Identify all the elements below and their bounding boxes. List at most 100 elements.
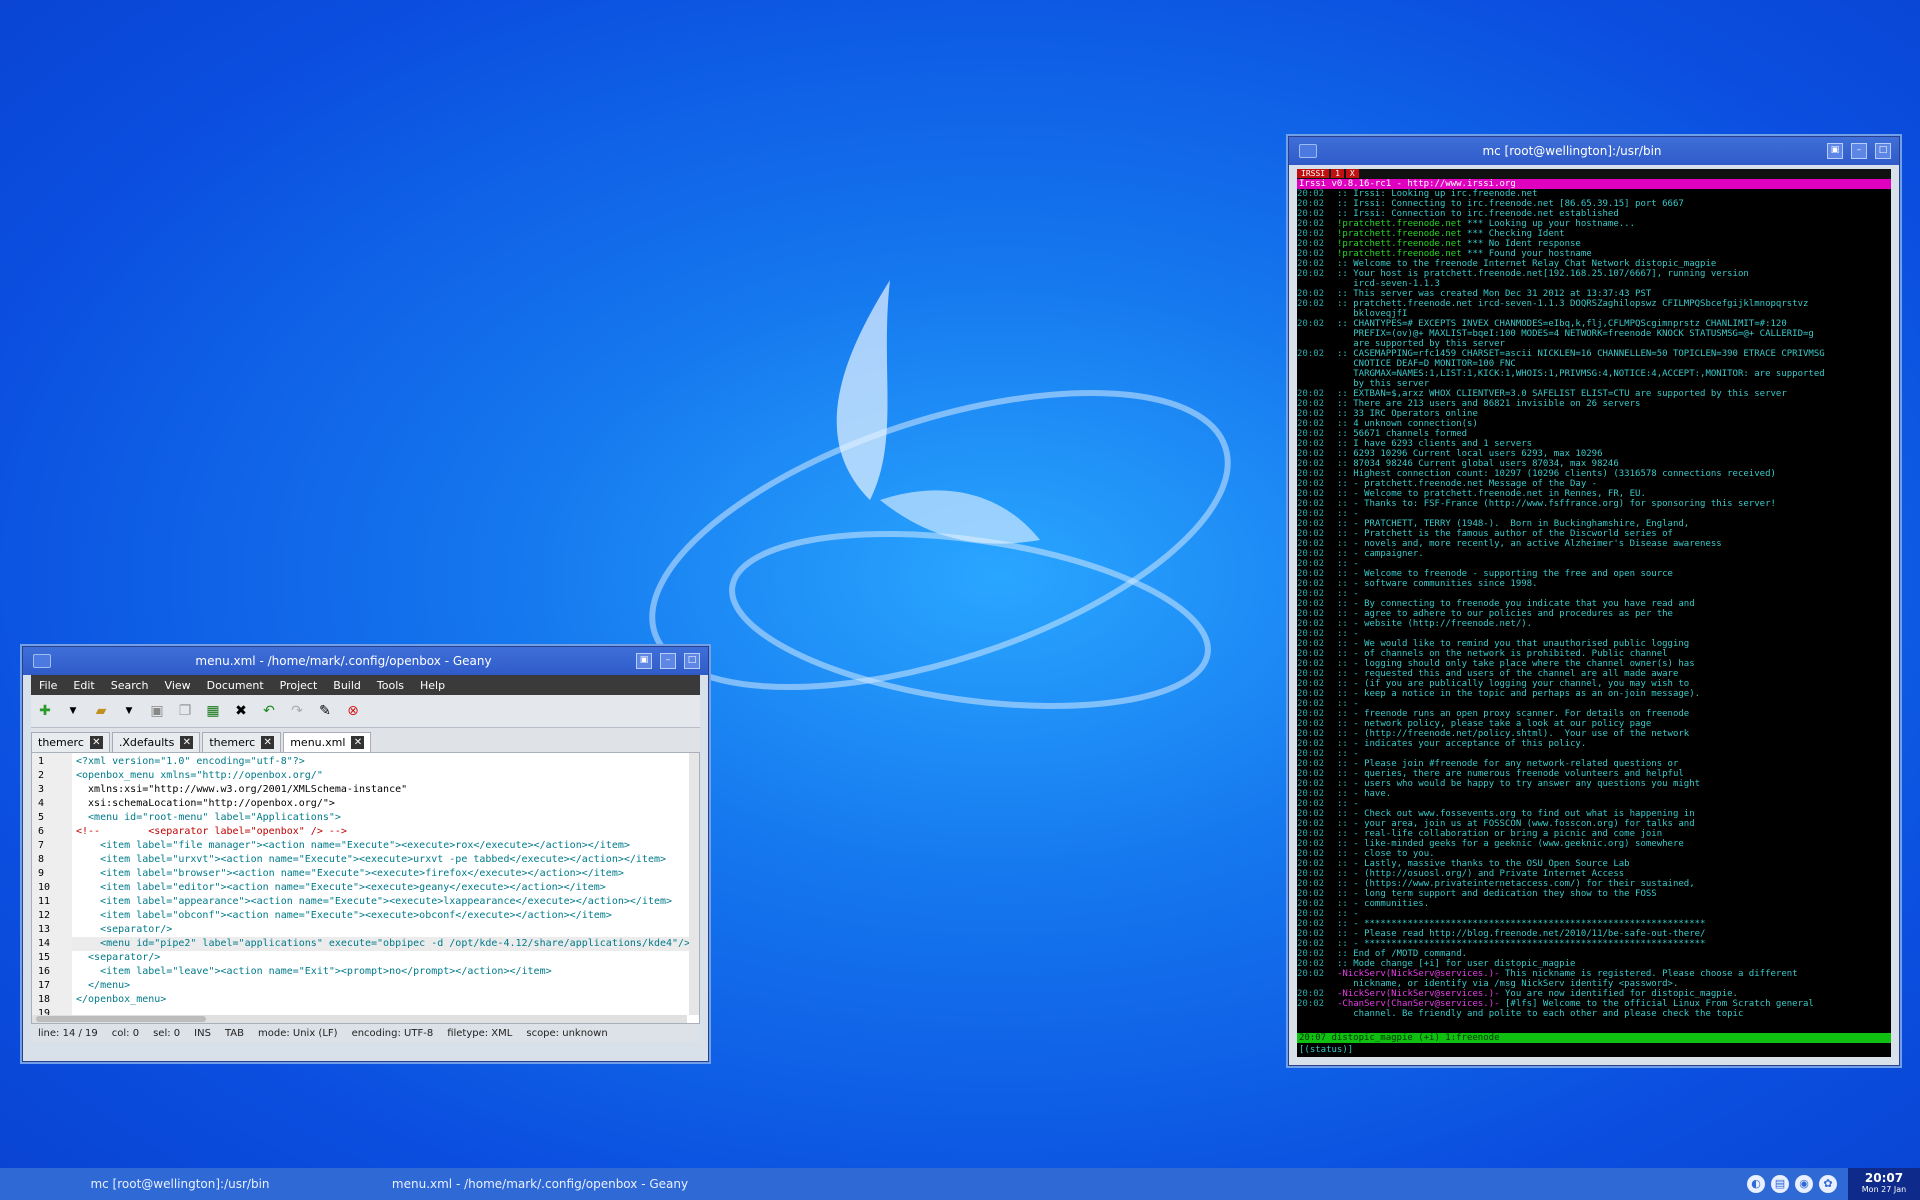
close-tab-icon[interactable]: ✕	[351, 736, 365, 749]
irssi-timestamp: 20:02	[1297, 889, 1325, 899]
irssi-timestamp: 20:02	[1297, 819, 1325, 829]
taskbar-item-geany[interactable]: menu.xml - /home/mark/.config/openbox - …	[360, 1177, 720, 1191]
irssi-line: 20:02:: Welcome to the freenode Internet…	[1297, 259, 1891, 269]
terminal-titlebar[interactable]: mc [root@wellington]:/usr/bin ▣ – □	[1289, 137, 1899, 165]
irssi-message: I have 6293 clients and 1 servers	[1347, 439, 1533, 449]
irssi-line: 20:02:: - Thanks to: FSF-France (http://…	[1297, 499, 1891, 509]
menu-view[interactable]: View	[157, 679, 199, 692]
geany-titlebar[interactable]: menu.xml - /home/mark/.config/openbox - …	[23, 647, 708, 675]
menu-file[interactable]: File	[31, 679, 65, 692]
irssi-prefix: ::	[1337, 599, 1348, 609]
irssi-tab[interactable]: 1	[1331, 169, 1344, 178]
steam-icon[interactable]: ◐	[1747, 1175, 1765, 1193]
maximize-button[interactable]: □	[1875, 143, 1891, 159]
irssi-line: 20:02:: - (http://osuosl.org/) and Priva…	[1297, 869, 1891, 879]
irssi-line: 20:02:: -	[1297, 509, 1891, 519]
close-tab-icon[interactable]: ✕	[180, 736, 194, 749]
irssi-line: 20:02:: -	[1297, 909, 1891, 919]
quit-icon[interactable]: ⊗	[343, 701, 363, 721]
irssi-message: - long term support and dedication they …	[1347, 889, 1657, 899]
terminal-window-icon[interactable]	[1299, 144, 1317, 158]
minimize-button[interactable]: –	[660, 653, 676, 669]
minimize-button[interactable]: –	[1851, 143, 1867, 159]
geany-window-icon[interactable]	[33, 654, 51, 668]
save-icon[interactable]: ▣	[147, 701, 167, 721]
irssi-prefix	[1337, 1009, 1348, 1019]
geany-window[interactable]: menu.xml - /home/mark/.config/openbox - …	[22, 646, 709, 1062]
horizontal-scrollbar[interactable]	[32, 1015, 687, 1023]
irssi-message: EXTBAN=$,arxz WHOX CLIENTVER=3.0 SAFELIS…	[1347, 389, 1787, 399]
line-number: 14	[38, 938, 51, 949]
irssi-line: bkloveqjfI	[1297, 309, 1891, 319]
clock[interactable]: 20:07 Mon 27 Jan	[1848, 1168, 1920, 1200]
irssi-line: 20:02:: - Welcome to freenode - supporti…	[1297, 569, 1891, 579]
shade-button[interactable]: ▣	[636, 653, 652, 669]
chevron-down-icon[interactable]: ▼	[63, 701, 83, 721]
volume-icon[interactable]: ◉	[1795, 1175, 1813, 1193]
menu-help[interactable]: Help	[412, 679, 453, 692]
close-tab-icon[interactable]: ✕	[261, 736, 275, 749]
irssi-timestamp: 20:02	[1297, 389, 1325, 399]
code-line: <separator/>	[76, 924, 173, 935]
status-scope: scope: unknown	[526, 1027, 608, 1039]
irssi-prefix: ::	[1337, 779, 1348, 789]
irssi-timestamp: 20:02	[1297, 689, 1325, 699]
code-line: <separator/>	[76, 952, 161, 963]
menu-search[interactable]: Search	[103, 679, 157, 692]
irssi-tab[interactable]: X	[1345, 169, 1359, 178]
terminal-content[interactable]: IRSSI 1 X Irssi v0.8.16-rc1 - http://www.i…	[1297, 169, 1891, 1057]
irssi-timestamp: 20:02	[1297, 629, 1325, 639]
undo-icon[interactable]: ↶	[259, 701, 279, 721]
menu-build[interactable]: Build	[325, 679, 369, 692]
code-area[interactable]: <?xml version="1.0" encoding="utf-8"?> <o…	[72, 753, 699, 1023]
tab-menu-xml[interactable]: menu.xml ✕	[283, 732, 372, 752]
close-file-icon[interactable]: ✖	[231, 701, 251, 721]
menu-tools[interactable]: Tools	[369, 679, 412, 692]
irssi-prefix: ::	[1337, 269, 1348, 279]
irssi-message: - software communities since 1998.	[1347, 579, 1538, 589]
menu-document[interactable]: Document	[199, 679, 272, 692]
menu-project[interactable]: Project	[272, 679, 326, 692]
shade-button[interactable]: ▣	[1827, 143, 1843, 159]
irssi-prompt[interactable]: [(status)]	[1299, 1045, 1353, 1055]
save-all-icon[interactable]: ❐	[175, 701, 195, 721]
menu-edit[interactable]: Edit	[65, 679, 102, 692]
new-file-icon[interactable]: ✚	[35, 701, 55, 721]
irssi-line: 20:02:: - indicates your acceptance of t…	[1297, 739, 1891, 749]
irssi-prefix: !pratchett.freenode.net	[1337, 249, 1462, 259]
tab-themerc-2[interactable]: themerc ✕	[202, 732, 282, 752]
irssi-line: 20:02 !pratchett.freenode.net *** Checkin…	[1297, 229, 1891, 239]
tab-xdefaults[interactable]: .Xdefaults ✕	[111, 732, 201, 752]
irssi-prefix: ::	[1337, 609, 1348, 619]
maximize-button[interactable]: □	[684, 653, 700, 669]
close-tab-icon[interactable]: ✕	[89, 736, 103, 749]
irssi-prefix: ::	[1337, 199, 1348, 209]
irssi-timestamp: 20:02	[1297, 939, 1325, 949]
network-icon[interactable]: ▤	[1771, 1175, 1789, 1193]
irssi-tab[interactable]: IRSSI	[1297, 169, 1330, 178]
redo-icon[interactable]: ↷	[287, 701, 307, 721]
open-folder-icon[interactable]: ▰	[91, 701, 111, 721]
chevron-down-icon[interactable]: ▼	[119, 701, 139, 721]
irssi-timestamp: 20:02	[1297, 779, 1325, 789]
irssi-timestamp: 20:02	[1297, 719, 1325, 729]
terminal-window[interactable]: mc [root@wellington]:/usr/bin ▣ – □ IRSS…	[1288, 136, 1900, 1066]
irssi-prefix	[1337, 979, 1348, 989]
irssi-prefix: ::	[1337, 419, 1348, 429]
irssi-prefix: ::	[1337, 729, 1348, 739]
scrollbar-thumb[interactable]	[36, 1016, 206, 1022]
irssi-message: - **************************************…	[1347, 919, 1706, 929]
taskbar-item-terminal[interactable]: mc [root@wellington]:/usr/bin	[0, 1177, 360, 1191]
code-editor[interactable]: 1 2 3 4 5 6 7 8 9 10 11 12 13 14 15 16 17 18 19 <?xml vers…	[31, 752, 700, 1024]
revert-icon[interactable]: ▦	[203, 701, 223, 721]
irssi-timestamp: 20:02	[1297, 459, 1325, 469]
preferences-icon[interactable]: ✎	[315, 701, 335, 721]
irssi-line: 20:02:: - your area, join us at FOSSCON …	[1297, 819, 1891, 829]
document-tabs: themerc ✕ .Xdefaults ✕ themerc ✕ menu.xml ✕	[31, 728, 700, 752]
tab-themerc[interactable]: themerc ✕	[31, 732, 110, 752]
irssi-message: - Please join #freenode for any network-…	[1347, 759, 1679, 769]
irssi-line: 20:02:: - ******************************…	[1297, 939, 1891, 949]
settings-icon[interactable]: ✿	[1819, 1175, 1837, 1193]
vertical-scrollbar[interactable]	[689, 753, 699, 1015]
irssi-line: 20:02:: - real-life collaboration or bri…	[1297, 829, 1891, 839]
